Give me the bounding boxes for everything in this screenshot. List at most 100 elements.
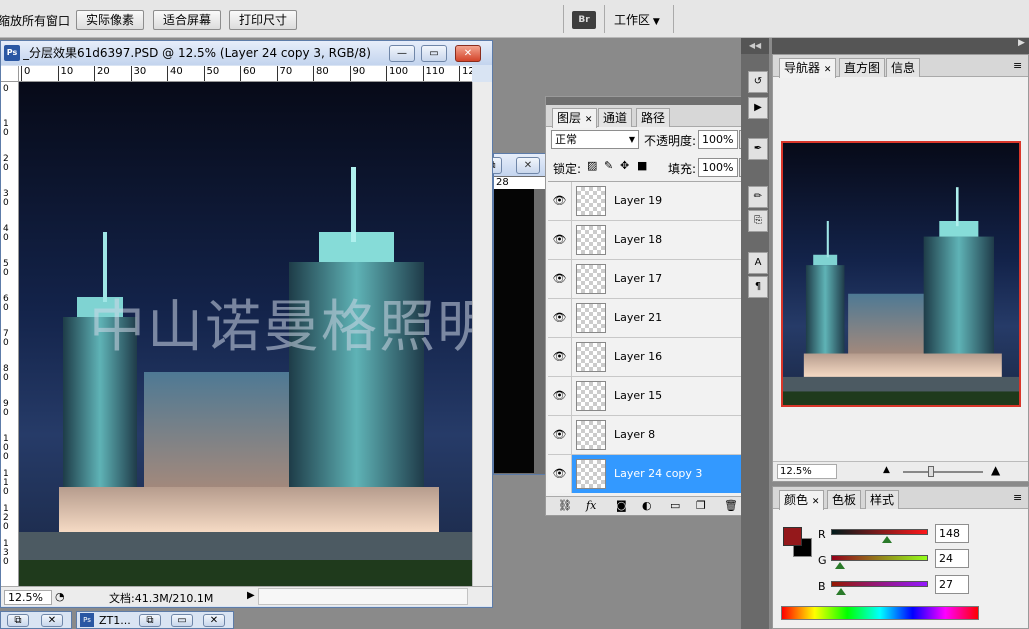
actions-icon[interactable]: ▶: [748, 97, 768, 119]
panel-menu-icon[interactable]: ≡: [1013, 59, 1022, 72]
close-icon[interactable]: ✕: [203, 614, 225, 627]
close-icon[interactable]: ✕: [41, 614, 63, 627]
close-icon[interactable]: ✕: [824, 65, 832, 75]
document-canvas[interactable]: 中山诺曼格照明灯饰厂: [19, 82, 472, 586]
horizontal-ruler[interactable]: 0 10 20 30 40 50 60 70 80 90 100 110 120: [19, 66, 472, 82]
document-titlebar[interactable]: Ps _分层效果61d6397.PSD @ 12.5% (Layer 24 co…: [1, 41, 492, 65]
tab-color[interactable]: 颜色 ✕: [779, 490, 825, 510]
zoom-field[interactable]: 12.5%: [4, 590, 52, 605]
close-icon[interactable]: ✕: [585, 115, 593, 125]
green-slider-thumb[interactable]: [835, 562, 846, 569]
layer-row[interactable]: 👁 Layer 21: [548, 299, 746, 338]
tab-styles[interactable]: 样式: [865, 490, 900, 509]
layer-row[interactable]: 👁 Layer 19: [548, 182, 746, 221]
blue-slider-track[interactable]: [831, 581, 928, 587]
close-icon[interactable]: ✕: [455, 45, 481, 62]
tab-info[interactable]: 信息: [886, 58, 921, 77]
new-layer-icon[interactable]: ❐: [696, 499, 706, 513]
restore-icon[interactable]: ⧉: [482, 157, 502, 174]
visibility-eye-icon[interactable]: 👁: [548, 377, 572, 415]
print-size-button[interactable]: 打印尺寸: [229, 10, 297, 30]
tab-channels[interactable]: 通道: [598, 108, 633, 127]
trash-icon[interactable]: 🗑: [724, 499, 738, 513]
green-slider-track[interactable]: [831, 555, 928, 561]
visibility-eye-icon[interactable]: 👁: [548, 260, 572, 298]
layers-list[interactable]: 👁 Layer 19 👁 Layer 18 👁 Layer 17 👁 Layer 21 👁 Lay…: [548, 181, 746, 493]
green-value-input[interactable]: 24: [935, 549, 969, 568]
tab-layers[interactable]: 图层 ✕: [552, 108, 598, 128]
collapse-dock-icon[interactable]: ◀◀: [741, 38, 769, 54]
clone-source-icon[interactable]: ⎘: [748, 210, 768, 232]
tab-navigator[interactable]: 导航器 ✕: [779, 58, 837, 78]
lock-transparency-icon[interactable]: ▨: [587, 159, 597, 173]
maximize-icon[interactable]: ▭: [421, 45, 447, 62]
vertical-ruler[interactable]: 0 10 20 30 40 50 60 70 80 90 100 110 120 130: [1, 82, 19, 586]
tab-swatches[interactable]: 色板: [827, 490, 862, 509]
visibility-eye-icon[interactable]: 👁: [548, 221, 572, 259]
adjustment-icon[interactable]: ◐: [642, 499, 652, 513]
vertical-scrollbar[interactable]: [472, 82, 492, 586]
layer-row[interactable]: 👁 Layer 16: [548, 338, 746, 377]
bridge-icon[interactable]: Br: [572, 11, 596, 29]
tab-histogram[interactable]: 直方图: [839, 58, 886, 77]
minimize-icon[interactable]: —: [389, 45, 415, 62]
close-icon[interactable]: ✕: [812, 497, 820, 507]
visibility-eye-icon[interactable]: 👁: [548, 416, 572, 454]
opacity-input[interactable]: 100%: [698, 130, 738, 149]
lock-brush-icon[interactable]: ✎: [604, 159, 613, 173]
zoom-slider-track[interactable]: [903, 471, 983, 473]
restore-icon[interactable]: ⧉: [7, 614, 29, 627]
background-document-window[interactable]: ⧉ ✕ 28: [482, 153, 554, 475]
zoom-slider-thumb[interactable]: [928, 466, 934, 477]
background-window-titlebar[interactable]: ⧉ ✕: [482, 154, 552, 176]
document-window[interactable]: Ps _分层效果61d6397.PSD @ 12.5% (Layer 24 co…: [0, 40, 493, 608]
workspace-menu[interactable]: 工作区 ▼: [614, 11, 660, 28]
layer-row[interactable]: 👁 Layer 15: [548, 377, 746, 416]
status-menu-arrow-icon[interactable]: ▶: [247, 590, 255, 601]
fill-input[interactable]: 100%: [698, 158, 738, 177]
zoom-out-icon[interactable]: ▲: [883, 465, 890, 475]
zoom-in-icon[interactable]: ▲: [991, 463, 1000, 477]
visibility-eye-icon[interactable]: 👁: [548, 182, 572, 220]
link-icon[interactable]: ⛓: [558, 499, 572, 513]
preview-icon[interactable]: ◔: [55, 590, 65, 603]
visibility-eye-icon[interactable]: 👁: [548, 338, 572, 376]
visibility-eye-icon[interactable]: 👁: [548, 299, 572, 337]
color-spectrum-bar[interactable]: [781, 606, 979, 620]
mask-icon[interactable]: ◙: [616, 499, 627, 513]
red-slider-track[interactable]: [831, 529, 928, 535]
tool-presets-icon[interactable]: ✒: [748, 138, 768, 160]
restore-icon[interactable]: ⧉: [139, 614, 161, 627]
visibility-eye-icon[interactable]: 👁: [548, 455, 572, 493]
foreground-color-swatch[interactable]: [783, 527, 802, 546]
panel-grip[interactable]: ✕: [546, 93, 767, 105]
red-slider-thumb[interactable]: [882, 536, 893, 543]
close-icon[interactable]: ✕: [516, 157, 540, 174]
minimized-window[interactable]: Ps ZT1... ⧉ ▭ ✕: [76, 611, 234, 629]
blue-slider-thumb[interactable]: [836, 588, 847, 595]
ruler-origin[interactable]: [1, 66, 19, 82]
layer-row[interactable]: 👁 Layer 24 copy 3: [548, 455, 746, 493]
fit-screen-button[interactable]: 适合屏幕: [153, 10, 221, 30]
character-icon[interactable]: A: [748, 252, 768, 274]
navigator-preview[interactable]: [781, 141, 1021, 407]
brushes-icon[interactable]: ✏: [748, 186, 768, 208]
history-icon[interactable]: ↺: [748, 71, 768, 93]
horizontal-scrollbar[interactable]: [258, 588, 468, 605]
maximize-icon[interactable]: ▭: [171, 614, 193, 627]
actual-pixels-button[interactable]: 实际像素: [76, 10, 144, 30]
layer-row[interactable]: 👁 Layer 8: [548, 416, 746, 455]
tab-paths[interactable]: 路径: [636, 108, 671, 127]
lock-all-icon[interactable]: ■: [637, 159, 647, 173]
paragraph-icon[interactable]: ¶: [748, 276, 768, 298]
layer-row[interactable]: 👁 Layer 17: [548, 260, 746, 299]
minimized-window[interactable]: ⧉ ✕: [0, 611, 72, 629]
lock-move-icon[interactable]: ✥: [620, 159, 629, 173]
fx-icon[interactable]: fx: [586, 499, 596, 513]
navigator-zoom-input[interactable]: 12.5%: [777, 464, 837, 479]
layer-row[interactable]: 👁 Layer 18: [548, 221, 746, 260]
red-value-input[interactable]: 148: [935, 524, 969, 543]
document-canvas[interactable]: [494, 189, 534, 473]
blend-mode-select[interactable]: 正常 ▼: [551, 130, 639, 149]
expand-dock-icon[interactable]: ▶: [1018, 38, 1025, 48]
